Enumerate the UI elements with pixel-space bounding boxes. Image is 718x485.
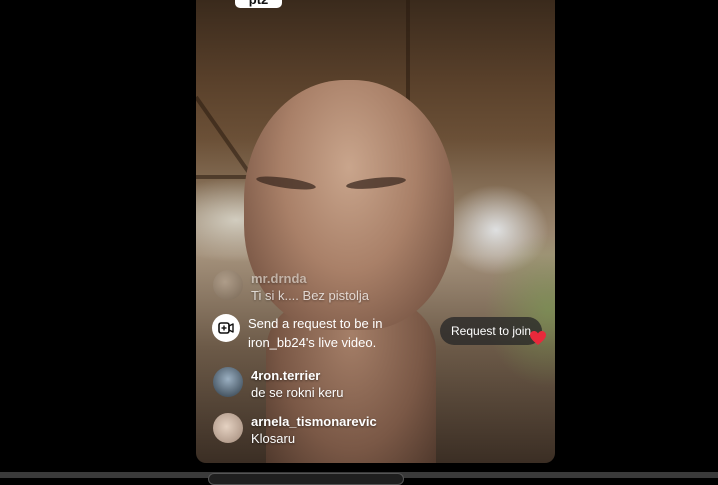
- comment-username[interactable]: arnela_tismonarevic: [251, 413, 377, 430]
- top-badge-label: pt2: [249, 0, 269, 7]
- join-request-notice: Send a request to be in iron_bb24's live…: [212, 314, 428, 352]
- comment-username[interactable]: mr.drnda: [251, 270, 369, 287]
- comment-item[interactable]: 4ron.terrier de se rokni keru: [213, 367, 344, 401]
- heart-icon: [530, 331, 546, 345]
- avatar[interactable]: [213, 367, 243, 397]
- join-request-text: Send a request to be in iron_bb24's live…: [248, 316, 383, 350]
- comment-message: Ti si k.... Bez pistolja: [251, 288, 369, 303]
- avatar[interactable]: [213, 270, 243, 300]
- request-to-join-button[interactable]: Request to join: [440, 317, 543, 345]
- video-camera-icon: [212, 314, 240, 342]
- comment-message: de se rokni keru: [251, 385, 344, 400]
- comment-username[interactable]: 4ron.terrier: [251, 367, 344, 384]
- bottom-pill[interactable]: [208, 473, 404, 485]
- bottom-bar: [0, 472, 718, 485]
- comment-item[interactable]: arnela_tismonarevic Klosaru: [213, 413, 377, 447]
- top-badge: pt2: [235, 0, 282, 8]
- comment-message: Klosaru: [251, 431, 296, 446]
- avatar[interactable]: [213, 413, 243, 443]
- comment-item[interactable]: mr.drnda Ti si k.... Bez pistolja: [213, 270, 369, 304]
